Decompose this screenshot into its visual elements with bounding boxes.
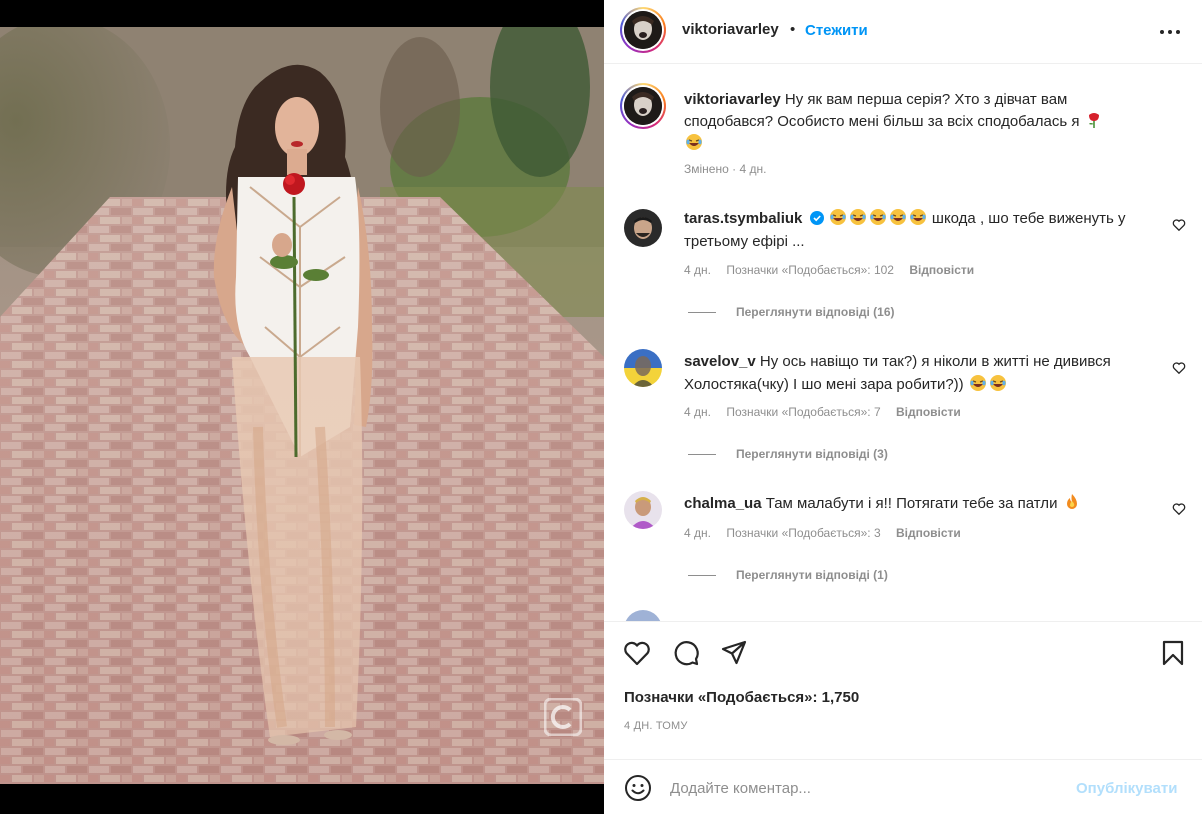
comment-like-heart-icon[interactable] <box>1172 218 1186 232</box>
comment-likes[interactable]: Позначки «Подобається»: 3 <box>726 526 880 540</box>
comment-text: taras.tsymbaliuk шкода , шо тебе виженут… <box>684 207 1164 253</box>
post-side-panel: viktoriavarley • Стежити viktoriavarley … <box>604 0 1202 814</box>
laughing-emoji-icon <box>829 209 846 225</box>
comment-username[interactable]: chalma_ua <box>684 495 762 512</box>
comment-input[interactable] <box>670 772 1060 804</box>
avatar-face-icon <box>624 87 662 125</box>
post-photo[interactable] <box>0 27 604 784</box>
caption-username[interactable]: viktoriavarley <box>684 91 781 108</box>
caption-time: 4 дн. <box>739 162 767 176</box>
more-options-icon[interactable] <box>1158 20 1182 44</box>
follow-button[interactable]: Стежити <box>805 22 868 39</box>
laughing-emoji-icon <box>849 209 866 225</box>
emoji-picker-icon[interactable] <box>624 774 652 802</box>
header-separator: • <box>790 21 796 38</box>
author-username[interactable]: viktoriavarley <box>682 21 779 38</box>
comment-text: chalma_ua Там малабути і я!! Потягати те… <box>684 492 1164 515</box>
reply-button[interactable]: Відповісти <box>896 526 961 540</box>
comment-likes[interactable]: Позначки «Подобається»: 7 <box>726 405 880 419</box>
channel-watermark-icon <box>544 698 582 736</box>
avatar-face-icon <box>624 491 662 529</box>
laughing-emoji-icon <box>686 134 702 150</box>
comment-meta: 4 дн. Позначки «Подобається»: 102 Відпов… <box>684 263 986 277</box>
comment-avatar-partial[interactable] <box>624 610 662 621</box>
comment-time: 4 дн. <box>684 405 711 419</box>
avatar-face-icon <box>624 11 662 49</box>
save-bookmark-icon[interactable] <box>1158 638 1188 668</box>
comment-body: Там малабути і я!! Потягати тебе за патл… <box>765 495 1058 512</box>
instagram-post-view: viktoriavarley • Стежити viktoriavarley … <box>0 0 1202 814</box>
rose-emoji-icon <box>1088 113 1099 128</box>
comment-username[interactable]: savelov_v <box>684 353 756 370</box>
caption-author-avatar[interactable] <box>620 83 666 129</box>
comment-bubble-icon[interactable] <box>671 638 701 668</box>
caption-text: viktoriavarley Ну як вам перша серія? Хт… <box>684 89 1154 155</box>
likes-count[interactable]: Позначки «Подобається»: 1,750 <box>624 689 859 706</box>
comments-section[interactable]: viktoriavarley Ну як вам перша серія? Хт… <box>604 65 1202 621</box>
comment-meta: 4 дн. Позначки «Подобається»: 7 Відповіс… <box>684 405 973 419</box>
comment-avatar[interactable] <box>624 491 662 529</box>
verified-badge-icon <box>809 211 824 225</box>
laughing-emoji-icon <box>869 209 886 225</box>
comment-likes[interactable]: Позначки «Подобається»: 102 <box>726 263 894 277</box>
post-actions-bar <box>604 621 1202 677</box>
post-comment-button[interactable]: Опублікувати <box>1076 780 1177 797</box>
laughing-emoji-icon <box>969 375 986 391</box>
add-comment-bar: Опублікувати <box>604 759 1202 814</box>
ukraine-flag-avatar-icon <box>624 349 662 387</box>
comment-avatar[interactable] <box>624 349 662 387</box>
like-heart-icon[interactable] <box>622 638 652 668</box>
laughing-emoji-icon <box>909 209 926 225</box>
comment-time: 4 дн. <box>684 526 711 540</box>
photo-illustration <box>0 27 604 784</box>
comment-text: savelov_v Ну ось навіщо ти так?) я нікол… <box>684 350 1164 396</box>
post-time-ago: 4 ДН. ТОМУ <box>624 720 688 732</box>
comment-like-heart-icon[interactable] <box>1172 361 1186 375</box>
laughing-emoji-icon <box>889 209 906 225</box>
post-media <box>0 0 604 814</box>
post-header: viktoriavarley • Стежити <box>604 0 1202 64</box>
edited-label: Змінено <box>684 162 729 176</box>
reply-button[interactable]: Відповісти <box>896 405 961 419</box>
comment-meta: 4 дн. Позначки «Подобається»: 3 Відповіс… <box>684 526 973 540</box>
laughing-emoji-icon <box>989 375 1006 391</box>
view-replies-button[interactable]: Переглянути відповіді (1) <box>688 568 888 582</box>
comment-avatar[interactable] <box>624 209 662 247</box>
reply-button[interactable]: Відповісти <box>909 263 974 277</box>
fire-emoji-icon <box>1066 494 1077 509</box>
comment-emojis <box>828 209 932 227</box>
author-avatar[interactable] <box>620 7 666 53</box>
view-replies-button[interactable]: Переглянути відповіді (3) <box>688 447 888 461</box>
comment-username[interactable]: taras.tsymbaliuk <box>684 210 802 227</box>
view-replies-button[interactable]: Переглянути відповіді (16) <box>688 305 895 319</box>
caption-meta-separator: · <box>732 162 737 176</box>
comment-time: 4 дн. <box>684 263 711 277</box>
caption-meta: Змінено · 4 дн. <box>684 162 766 176</box>
comment-like-heart-icon[interactable] <box>1172 502 1186 516</box>
avatar-face-icon <box>624 209 662 247</box>
share-send-icon[interactable] <box>719 638 749 668</box>
